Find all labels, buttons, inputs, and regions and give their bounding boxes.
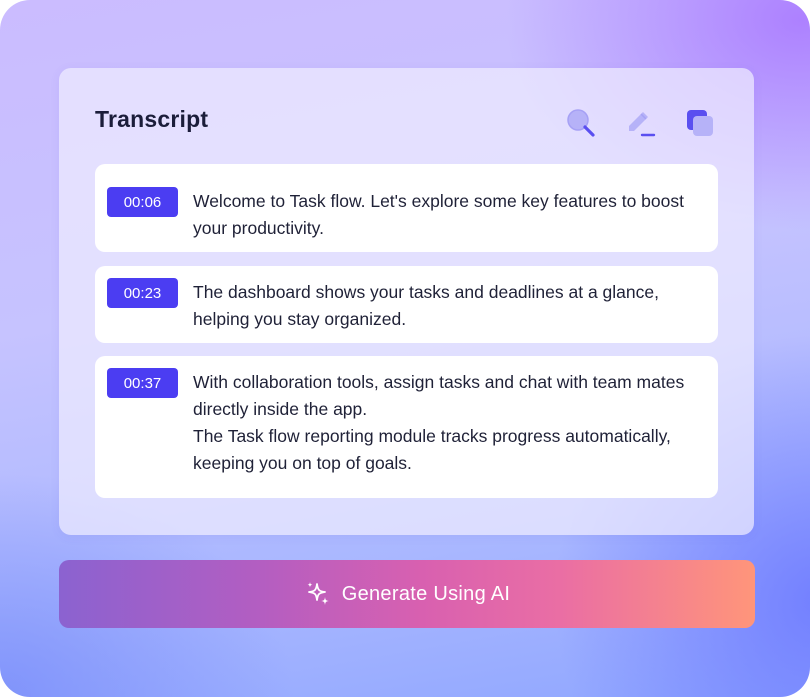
transcript-panel: Transcript 00:06 Welcome to Task flow. L… bbox=[59, 68, 754, 535]
timestamp-badge[interactable]: 00:37 bbox=[107, 368, 178, 398]
text-line: keeping you on top of goals. bbox=[193, 453, 412, 473]
timestamp-badge[interactable]: 00:06 bbox=[107, 187, 178, 217]
generate-button-label: Generate Using AI bbox=[341, 582, 511, 605]
text-line: The dashboard shows your tasks and deadl… bbox=[193, 282, 659, 302]
transcript-text: The dashboard shows your tasks and deadl… bbox=[193, 279, 703, 333]
transcript-text: Welcome to Task flow. Let's explore some… bbox=[193, 188, 703, 242]
text-line: The Task flow reporting module tracks pr… bbox=[193, 426, 671, 446]
sparkles-icon bbox=[307, 582, 329, 605]
timestamp-badge[interactable]: 00:23 bbox=[107, 278, 178, 308]
transcript-entry: 00:23 The dashboard shows your tasks and… bbox=[95, 266, 718, 343]
text-line: Welcome to Task flow. Let's explore some… bbox=[193, 191, 684, 211]
transcript-text: With collaboration tools, assign tasks a… bbox=[193, 369, 703, 477]
panel-title: Transcript bbox=[95, 106, 209, 132]
edit-button[interactable] bbox=[623, 106, 657, 140]
transcript-entry: 00:06 Welcome to Task flow. Let's explor… bbox=[95, 164, 718, 252]
text-line: your productivity. bbox=[193, 218, 324, 238]
generate-button-content: Generate Using AI bbox=[304, 580, 511, 608]
text-line: directly inside the app. bbox=[193, 399, 368, 419]
generate-using-ai-button[interactable]: Generate Using AI bbox=[59, 560, 755, 628]
app-frame: Transcript 00:06 Welcome to Task flow. L… bbox=[0, 0, 810, 697]
transcript-entry: 00:37 With collaboration tools, assign t… bbox=[95, 356, 718, 498]
copy-icon bbox=[687, 110, 713, 136]
copy-button[interactable] bbox=[683, 106, 717, 140]
search-button[interactable] bbox=[564, 106, 598, 140]
text-line: helping you stay organized. bbox=[193, 309, 407, 329]
edit-pencil-icon bbox=[629, 112, 656, 137]
search-icon bbox=[567, 109, 595, 137]
text-line: With collaboration tools, assign tasks a… bbox=[193, 372, 685, 392]
